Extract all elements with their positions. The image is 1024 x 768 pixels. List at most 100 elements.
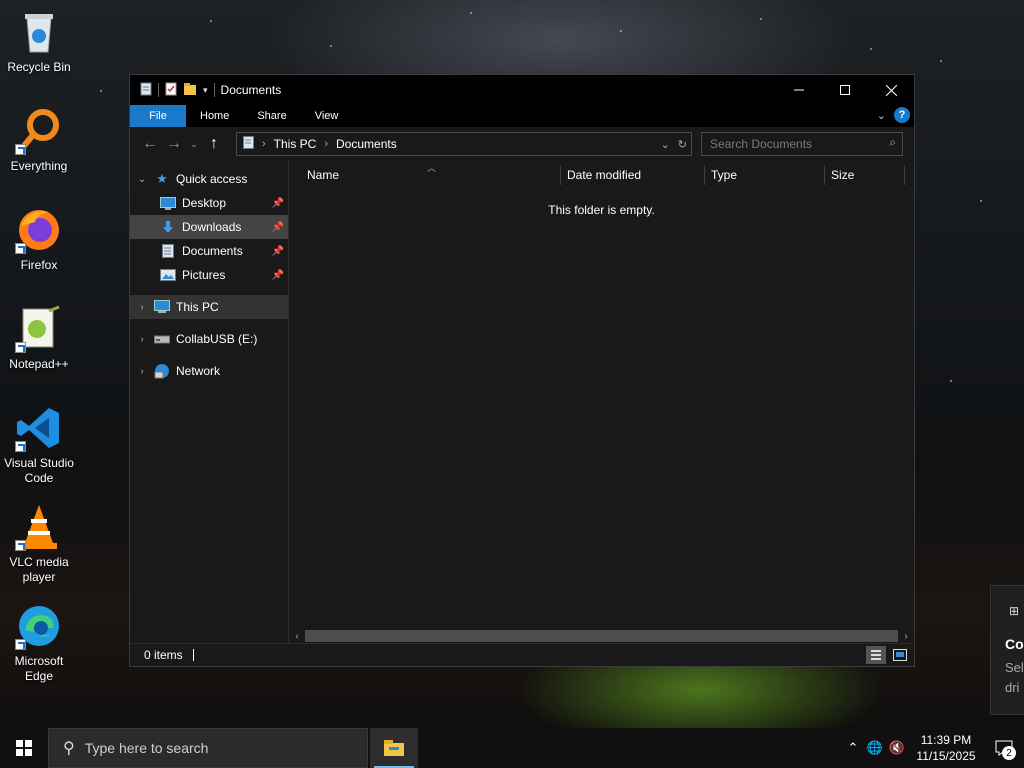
large-icons-view-icon[interactable]	[890, 646, 910, 664]
breadcrumb-this-pc[interactable]: This PC	[274, 137, 317, 151]
details-view-icon[interactable]	[866, 646, 886, 664]
scroll-left-icon[interactable]: ‹	[289, 631, 305, 642]
clock-date: 11/15/2025	[916, 749, 976, 763]
nav-usb-drive[interactable]: › CollabUSB (E:)	[130, 327, 288, 351]
pin-icon[interactable]: 📌	[272, 222, 284, 233]
desktop-icon-notepad-plus-plus[interactable]: Notepad++	[0, 305, 78, 372]
nav-pictures[interactable]: Pictures 📌	[130, 263, 288, 287]
ribbon-tabs: File Home Share View ⌄ ?	[130, 105, 914, 127]
vlc-icon	[15, 503, 63, 551]
properties-icon[interactable]	[165, 82, 177, 99]
search-input[interactable]	[702, 136, 882, 152]
desktop-folder-icon	[160, 195, 176, 211]
column-name[interactable]: Name	[289, 161, 561, 189]
column-size[interactable]: Size	[825, 161, 905, 189]
desktop-icon-firefox[interactable]: Firefox	[0, 206, 78, 273]
chevron-down-icon[interactable]: ⌄	[136, 174, 148, 185]
desktop-icon-vscode[interactable]: Visual Studio Code	[0, 404, 78, 486]
address-dropdown-icon[interactable]: ⌄	[661, 138, 670, 151]
maximize-button[interactable]	[822, 75, 868, 105]
file-list-pane[interactable]: ︿ Name Date modified Type Size This fold…	[289, 161, 914, 644]
nav-label: Pictures	[182, 268, 226, 282]
notepad-plus-plus-icon	[15, 305, 63, 353]
clock-time: 11:39 PM	[920, 733, 972, 747]
chevron-right-icon[interactable]: ›	[136, 334, 148, 345]
refresh-icon[interactable]: ↻	[678, 138, 687, 151]
scroll-right-icon[interactable]: ›	[898, 631, 914, 642]
action-center-button[interactable]: 2	[984, 728, 1024, 768]
status-bar: 0 items	[130, 643, 914, 666]
nav-label: This PC	[176, 300, 219, 314]
window-title: Documents	[220, 83, 282, 97]
new-folder-icon[interactable]	[183, 82, 197, 99]
desktop-icon-label: Notepad++	[9, 357, 69, 371]
desktop-icon-edge[interactable]: Microsoft Edge	[0, 602, 78, 684]
documents-icon	[160, 243, 176, 259]
close-button[interactable]	[868, 75, 914, 105]
breadcrumb-documents[interactable]: Documents	[336, 137, 397, 151]
nav-label: Network	[176, 364, 221, 378]
desktop-icon-label: Visual Studio Code	[4, 456, 74, 485]
nav-network[interactable]: › Network	[130, 359, 288, 383]
windows-logo-icon	[16, 740, 32, 756]
forward-button[interactable]: →	[162, 135, 186, 153]
recent-locations-button[interactable]: ⌄	[186, 139, 202, 150]
desktop-icon-everything[interactable]: Everything	[0, 107, 78, 174]
taskbar-search-placeholder: Type here to search	[84, 740, 209, 756]
nav-downloads[interactable]: Downloads 📌	[130, 215, 288, 239]
nav-this-pc[interactable]: › This PC	[130, 295, 288, 319]
column-type[interactable]: Type	[705, 161, 825, 189]
search-box[interactable]: ⌕	[701, 132, 903, 156]
network-globe-icon[interactable]: 🌐	[864, 740, 886, 756]
navigation-pane: ⌄ ★ Quick access Desktop 📌 Downloads 📌 D…	[130, 161, 289, 644]
back-button[interactable]: ←	[138, 135, 162, 153]
desktop-icon-vlc[interactable]: VLC media player	[0, 503, 78, 585]
tab-view[interactable]: View	[301, 105, 353, 127]
volume-muted-icon[interactable]: 🔇	[886, 740, 908, 756]
desktop-icon-recycle-bin[interactable]: Recycle Bin	[0, 8, 78, 75]
tab-share[interactable]: Share	[243, 105, 300, 127]
title-bar[interactable]: ▾ Documents	[130, 75, 914, 105]
address-bar[interactable]: › This PC › Documents ⌄ ↻	[236, 132, 692, 156]
start-button[interactable]	[0, 728, 48, 768]
tab-home[interactable]: Home	[186, 105, 243, 127]
search-icon[interactable]: ⌕	[889, 135, 896, 150]
taskbar-file-explorer[interactable]	[370, 728, 418, 768]
notification-toast[interactable]: ⊞ Co Sel dri	[990, 585, 1024, 715]
edge-icon	[15, 602, 63, 650]
file-explorer-window[interactable]: ▾ Documents File Home Share View ⌄ ? ← →…	[129, 74, 915, 667]
pin-icon[interactable]: 📌	[272, 270, 284, 281]
everything-search-icon	[15, 107, 63, 155]
show-hidden-icons-chevron-icon[interactable]: ⌃	[842, 740, 864, 756]
tab-file[interactable]: File	[130, 105, 186, 127]
help-icon[interactable]: ?	[894, 107, 910, 123]
chevron-right-icon[interactable]: ›	[136, 366, 148, 377]
system-tray: ⌃ 🌐 🔇 11:39 PM 11/15/2025 2	[842, 728, 1024, 768]
chevron-right-icon[interactable]: ›	[262, 138, 266, 150]
vscode-icon	[15, 404, 63, 452]
desktop-icon-label: VLC media player	[9, 555, 69, 584]
expand-ribbon-icon[interactable]: ⌄	[877, 109, 886, 122]
toast-title: Co	[1005, 636, 1024, 652]
nav-desktop[interactable]: Desktop 📌	[130, 191, 288, 215]
firefox-icon	[15, 206, 63, 254]
desktop-icon-label: Everything	[10, 159, 68, 173]
chevron-right-icon[interactable]: ›	[324, 138, 328, 150]
nav-documents[interactable]: Documents 📌	[130, 239, 288, 263]
customize-toolbar-icon[interactable]: ▾	[203, 85, 208, 96]
document-icon[interactable]	[140, 82, 152, 99]
pin-icon[interactable]: 📌	[272, 246, 284, 257]
taskbar-search-box[interactable]: ⚲ Type here to search	[48, 728, 368, 768]
column-date-modified[interactable]: Date modified	[561, 161, 705, 189]
minimize-button[interactable]	[776, 75, 822, 105]
desktop-icon-label: Microsoft Edge	[14, 654, 64, 683]
clock[interactable]: 11:39 PM 11/15/2025	[908, 732, 984, 764]
nav-quick-access[interactable]: ⌄ ★ Quick access	[130, 167, 288, 191]
scrollbar-thumb[interactable]	[305, 630, 898, 642]
chevron-right-icon[interactable]: ›	[136, 302, 148, 313]
pin-icon[interactable]: 📌	[272, 198, 284, 209]
horizontal-scrollbar[interactable]: ‹ ›	[289, 628, 914, 644]
up-button[interactable]: ↑	[202, 135, 226, 153]
quick-access-toolbar: ▾	[130, 82, 215, 99]
desktop-icon-label: Recycle Bin	[7, 60, 71, 74]
